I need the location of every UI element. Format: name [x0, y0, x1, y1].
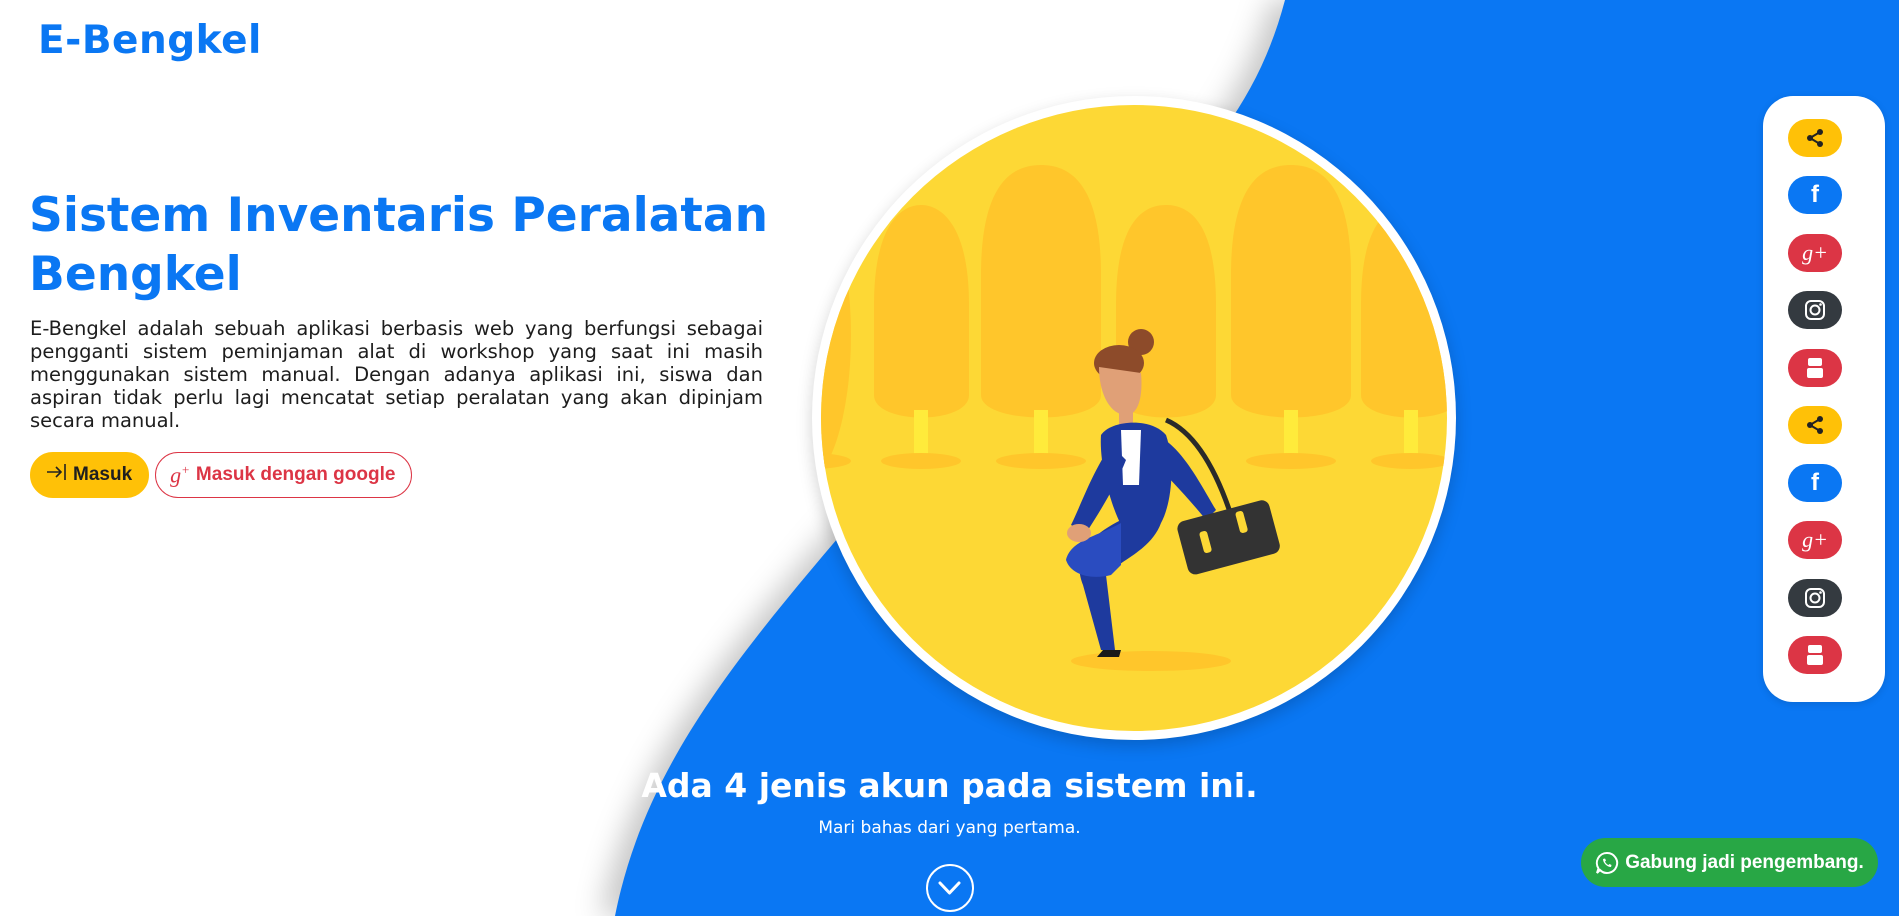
- whatsapp-icon: [1595, 851, 1619, 875]
- hero-illustration: [812, 96, 1456, 740]
- google-login-button[interactable]: g+ Masuk dengan google: [155, 452, 413, 498]
- hero-actions: Masuk g+ Masuk dengan google: [30, 452, 413, 498]
- share-icon[interactable]: [1788, 406, 1842, 444]
- section-title: Ada 4 jenis akun pada sistem ini.: [641, 766, 1258, 805]
- sign-in-icon: [45, 462, 69, 488]
- facebook-icon[interactable]: f: [1788, 176, 1842, 214]
- woman-walking-illustration: [821, 105, 1447, 731]
- instagram-icon[interactable]: [1788, 579, 1842, 617]
- site-logo[interactable]: E-Bengkel: [38, 18, 262, 63]
- youtube-icon[interactable]: [1788, 636, 1842, 674]
- hero-title: Sistem Inventaris Peralatan Bengkel: [29, 188, 769, 302]
- share-icon[interactable]: [1788, 119, 1842, 157]
- instagram-icon[interactable]: [1788, 291, 1842, 329]
- google-login-label: Masuk dengan google: [195, 464, 396, 485]
- hero-description: E-Bengkel adalah sebuah aplikasi berbasi…: [30, 317, 763, 432]
- google-plus-icon[interactable]: g+: [1788, 234, 1842, 272]
- facebook-icon[interactable]: f: [1788, 464, 1842, 502]
- section-subtitle: Mari bahas dari yang pertama.: [818, 818, 1081, 838]
- join-developer-label: Gabung jadi pengembang.: [1625, 851, 1864, 873]
- youtube-icon[interactable]: [1788, 349, 1842, 387]
- join-developer-button[interactable]: Gabung jadi pengembang.: [1581, 838, 1878, 887]
- social-share-panel: f g+ f g+: [1763, 96, 1885, 702]
- google-plus-icon: g+: [170, 461, 190, 488]
- login-button-label: Masuk: [73, 464, 133, 485]
- login-button[interactable]: Masuk: [30, 452, 150, 498]
- google-plus-icon[interactable]: g+: [1788, 521, 1842, 559]
- chevron-down-icon: [938, 881, 961, 895]
- scroll-down-button[interactable]: [926, 864, 974, 912]
